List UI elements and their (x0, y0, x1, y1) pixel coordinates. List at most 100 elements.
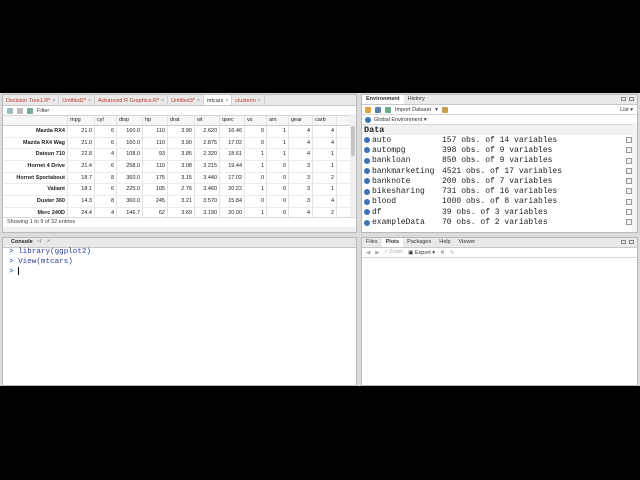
column-header[interactable]: cyl (95, 116, 117, 125)
minimize-pane-icon[interactable] (621, 97, 626, 101)
table-row: Mazda RX4 Wag 21.0 6 160.0 110 3.90 2.875 17.02… (3, 137, 356, 150)
column-header[interactable] (3, 116, 68, 125)
dropdown-caret-icon[interactable]: ▾ (435, 107, 438, 113)
editor-tab[interactable]: Decision Tree1.R* × (3, 95, 60, 105)
data-grid-vertical-scrollbar[interactable] (350, 114, 356, 218)
console-link-icon[interactable]: ↗ (45, 238, 50, 247)
expand-dataset-icon[interactable] (364, 219, 370, 226)
expand-dataset-icon[interactable] (364, 147, 370, 154)
table-cell: 2.875 (195, 137, 220, 149)
import-dataset-button[interactable]: Import Dataset (395, 107, 431, 113)
previous-plot-icon[interactable]: ◀ (366, 250, 370, 256)
tab-packages[interactable]: Packages (403, 238, 435, 247)
environment-row[interactable]: bikesharing 731 obs. of 16 variables (362, 186, 637, 196)
expand-dataset-icon[interactable] (364, 198, 370, 205)
environment-row[interactable]: autompg 398 obs. of 9 variables (362, 145, 637, 155)
environment-row[interactable]: bankloan 850 obs. of 9 variables (362, 156, 637, 166)
close-tab-icon[interactable]: × (258, 97, 261, 105)
variable-value: 1000 obs. of 8 variables (442, 197, 558, 207)
scrollbar-thumb[interactable] (351, 126, 355, 156)
console-pane[interactable]: Console ~/ ↗ > library(ggplot2) > View(mt… (2, 237, 357, 386)
environment-row[interactable]: banknote 200 obs. of 7 variables (362, 176, 637, 186)
maximize-pane-icon[interactable] (629, 240, 634, 244)
clear-plots-icon[interactable]: ✎ (450, 250, 455, 256)
editor-tab[interactable]: mtcars × (203, 95, 233, 105)
console-path: ~/ (36, 239, 42, 245)
export-button[interactable]: ▣ Export ▾ (408, 250, 435, 256)
filter-button[interactable]: Filter (37, 108, 49, 114)
files-pane: Files Plots Packages Help Viewer ◀ ▶ ⌕ Zoom … (361, 237, 638, 386)
table-cell: 1 (313, 161, 337, 172)
table-cell: 6 (95, 184, 117, 196)
tab-viewer[interactable]: Viewer (455, 238, 480, 247)
console-prompt: > (9, 257, 14, 266)
save-icon[interactable] (375, 106, 381, 113)
broom-icon[interactable] (441, 106, 448, 113)
column-header[interactable]: qsec (220, 116, 245, 125)
column-header[interactable]: wt (195, 116, 220, 125)
forward-icon[interactable] (17, 107, 23, 114)
tab-plots[interactable]: Plots (381, 238, 404, 247)
table-cell: 108.0 (117, 149, 143, 161)
console-output[interactable]: > library(ggplot2) > View(mtcars) > (3, 248, 356, 278)
tab-files[interactable]: Files (362, 238, 382, 247)
back-icon[interactable] (7, 107, 13, 114)
close-tab-icon[interactable]: × (225, 97, 228, 105)
open-icon[interactable] (365, 106, 371, 113)
column-header[interactable]: disp (117, 116, 143, 125)
column-header[interactable]: hp (143, 116, 168, 125)
expand-dataset-icon[interactable] (364, 209, 370, 216)
table-cell: 6 (95, 137, 117, 149)
table-cell: 0 (245, 126, 267, 137)
zoom-button[interactable]: ⌕ Zoom (384, 249, 403, 256)
table-cell: 8 (95, 196, 117, 207)
table-cell: 2 (313, 172, 337, 184)
editor-tab[interactable]: Untitled2* × (59, 95, 96, 105)
table-cell: 3 (289, 161, 313, 172)
environment-row[interactable]: df 39 obs. of 3 variables (362, 207, 637, 217)
remove-plot-icon[interactable]: ✖ (440, 250, 445, 256)
table-cell: 0 (267, 196, 289, 207)
column-header[interactable]: vs (245, 116, 267, 125)
environment-scrollbar[interactable] (632, 123, 637, 232)
editor-tab[interactable]: Untitled3* × (168, 95, 204, 105)
editor-tab[interactable]: Advanced R Graphics.R* × (95, 95, 169, 105)
editor-tab[interactable]: clusterin × (232, 95, 265, 105)
table-cell: 3.460 (195, 184, 220, 196)
table-cell: 1 (267, 149, 289, 161)
expand-dataset-icon[interactable] (364, 168, 370, 175)
expand-dataset-icon[interactable] (364, 157, 370, 164)
filter-icon[interactable] (27, 107, 33, 114)
column-header[interactable]: drat (168, 116, 195, 125)
row-name: Duster 360 (3, 196, 68, 207)
expand-dataset-icon[interactable] (364, 178, 370, 185)
close-tab-icon[interactable]: × (88, 97, 91, 105)
close-tab-icon[interactable]: × (52, 97, 55, 105)
tab-help[interactable]: Help (435, 238, 454, 247)
tab-environment[interactable]: Environment (362, 95, 404, 104)
expand-dataset-icon[interactable] (364, 137, 370, 144)
column-header[interactable]: mpg (68, 116, 95, 125)
column-header[interactable]: carb (313, 116, 337, 125)
minimize-pane-icon[interactable] (621, 240, 626, 244)
environment-row[interactable]: bankmarketing 4521 obs. of 17 variables (362, 166, 637, 176)
column-header[interactable]: am (267, 116, 289, 125)
table-cell: 2.76 (168, 184, 195, 196)
variable-name: blood (372, 197, 397, 207)
environment-row[interactable]: exampleData 70 obs. of 2 variables (362, 217, 637, 227)
maximize-pane-icon[interactable] (629, 97, 634, 101)
console-header: Console ~/ ↗ (3, 238, 356, 248)
tab-history[interactable]: History (404, 95, 429, 104)
variable-name: banknote (372, 176, 411, 186)
next-plot-icon[interactable]: ▶ (375, 250, 379, 256)
data-grid-horizontal-scrollbar[interactable] (3, 227, 356, 232)
expand-dataset-icon[interactable] (364, 188, 370, 195)
column-header[interactable]: gear (289, 116, 313, 125)
view-mode-select[interactable]: List ▾ (620, 107, 637, 113)
environment-row[interactable]: blood 1000 obs. of 8 variables (362, 197, 637, 207)
environment-row[interactable]: auto 157 obs. of 14 variables (362, 135, 637, 145)
environment-scope-select[interactable]: Global Environment ▾ (374, 117, 427, 123)
close-tab-icon[interactable]: × (161, 97, 164, 105)
close-tab-icon[interactable]: × (197, 97, 200, 105)
import-dataset-icon (385, 106, 391, 113)
